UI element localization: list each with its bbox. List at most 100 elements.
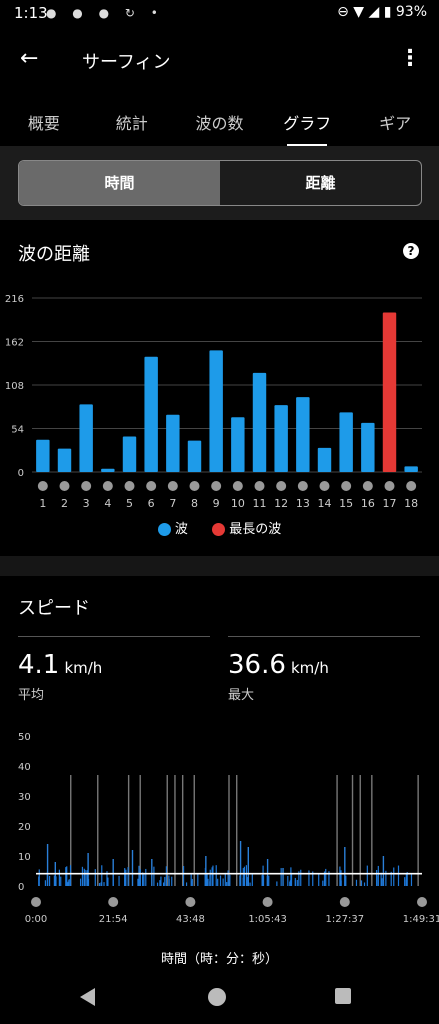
y-tick-label: 162: [5, 338, 24, 349]
x-dot: [262, 897, 273, 907]
speed-xaxis-title: 時間（時：分：秒）: [160, 952, 278, 967]
y-tick-label: 50: [18, 732, 31, 743]
bar: [57, 448, 72, 472]
nav-home-icon[interactable]: [208, 988, 226, 1006]
bar: [339, 412, 353, 472]
max-speed-unit: km/h: [290, 659, 329, 677]
nav-recent-icon[interactable]: [335, 988, 351, 1004]
x-tick-label: 2: [61, 497, 68, 510]
x-tick-label: 6: [148, 497, 155, 510]
x-tick-label: 16: [361, 497, 375, 510]
bar: [209, 350, 223, 472]
x-tick-label: 21:54: [99, 914, 128, 925]
x-dot: [37, 481, 48, 491]
x-dot: [232, 481, 243, 491]
legend-wave: 波: [157, 518, 188, 537]
bar: [122, 436, 137, 472]
x-dot: [406, 481, 417, 491]
x-tick-label: 14: [318, 497, 332, 510]
x-tick-label: 1: [39, 497, 46, 510]
x-dot: [297, 481, 308, 491]
x-tick-label: 11: [253, 497, 267, 510]
app-bar: ← サーフィン ⋮: [0, 28, 439, 92]
y-tick-label: 30: [18, 792, 31, 803]
tab-gear[interactable]: ギア: [351, 96, 439, 146]
x-dot: [384, 481, 395, 491]
system-nav-bar: [0, 972, 439, 1024]
notification-icons: ● ● ● ↻ •: [46, 6, 164, 20]
avg-speed-label: 平均: [18, 688, 45, 703]
tab-wave-count[interactable]: 波の数: [176, 96, 264, 146]
avg-speed-unit: km/h: [64, 659, 103, 677]
toggle-time[interactable]: 時間: [19, 161, 220, 205]
bar: [252, 372, 267, 472]
x-dot: [276, 481, 287, 491]
tab-graph[interactable]: グラフ: [263, 96, 351, 146]
legend-longest: 最長の波: [212, 518, 281, 537]
battery-text: 93%: [395, 4, 427, 20]
stat-divider: [228, 636, 420, 637]
max-speed: 36.6 km/h: [228, 650, 329, 680]
max-speed-value: 36.6: [228, 650, 286, 680]
avg-speed: 4.1 km/h: [18, 650, 102, 680]
nav-back-icon[interactable]: [80, 988, 95, 1006]
status-bar: 1:13 ● ● ● ↻ • ⊖ ▼ ◢ ▮ 93%: [0, 0, 439, 28]
x-dot: [124, 481, 135, 491]
y-tick-label: 10: [18, 852, 31, 863]
bar: [361, 422, 375, 472]
x-dot: [254, 481, 265, 491]
y-tick-label: 0: [18, 882, 24, 893]
tab-overview[interactable]: 概要: [0, 96, 88, 146]
page-title: サーフィン: [82, 52, 171, 73]
x-dot: [362, 481, 373, 491]
legend-longest-label: 最長の波: [229, 522, 282, 537]
tab-stats[interactable]: 統計: [88, 96, 176, 146]
x-tick-label: 1:05:43: [248, 914, 287, 925]
x-tick-label: 10: [231, 497, 245, 510]
section-divider: [0, 556, 439, 576]
more-menu-icon[interactable]: ⋮: [399, 46, 421, 71]
legend-longest-dot: [212, 523, 226, 536]
x-tick-label: 0:00: [25, 914, 47, 925]
x-dot: [339, 897, 350, 907]
y-tick-label: 54: [11, 425, 24, 436]
x-dot: [185, 897, 196, 907]
bar: [144, 356, 158, 472]
x-dot: [189, 481, 200, 491]
max-speed-label: 最大: [228, 688, 255, 703]
speed-chart: 0 10 20 30 40 50 0:00 21:54 43:48 1:05:43 1:27:37 1…: [18, 732, 439, 925]
y-tick-label: 40: [18, 762, 31, 773]
wave-distance-chart: 0541081622161 2 3 4 5 6 7 8 9 10 11 12 13 14 15 16 17 18: [5, 294, 422, 510]
back-arrow-icon[interactable]: ←: [20, 46, 38, 71]
x-tick-label: 1:49:31: [403, 914, 439, 925]
y-tick-label: 216: [5, 294, 24, 305]
toggle-distance[interactable]: 距離: [220, 161, 421, 205]
stat-divider: [18, 636, 210, 637]
bar: [36, 439, 50, 472]
x-tick-label: 5: [126, 497, 133, 510]
bar: [231, 417, 245, 472]
wave-distance-title: 波の距離: [18, 244, 90, 265]
y-tick-label: 108: [5, 381, 24, 392]
signal-icon: ⊖ ▼ ◢ ▮: [337, 4, 392, 20]
time-distance-toggle: 時間 距離: [18, 160, 422, 206]
status-time: 1:13: [14, 4, 48, 22]
y-tick-label: 20: [18, 822, 31, 833]
x-dot: [167, 481, 178, 491]
x-tick-label: 18: [404, 497, 418, 510]
legend-wave-label: 波: [174, 522, 188, 537]
wave-legend: 波 最長の波: [0, 518, 439, 537]
avg-speed-value: 4.1: [18, 650, 60, 680]
x-tick-label: 9: [213, 497, 220, 510]
bar: [187, 440, 202, 472]
x-dot: [146, 481, 157, 491]
x-dot: [81, 481, 92, 491]
speed-title: スピード: [18, 598, 90, 619]
x-tick-label: 4: [104, 497, 111, 510]
help-icon[interactable]: ?: [403, 243, 419, 259]
bar: [382, 312, 397, 472]
legend-wave-dot: [157, 523, 171, 536]
x-tick-label: 3: [83, 497, 90, 510]
x-tick-label: 12: [274, 497, 288, 510]
x-dot: [211, 481, 222, 491]
